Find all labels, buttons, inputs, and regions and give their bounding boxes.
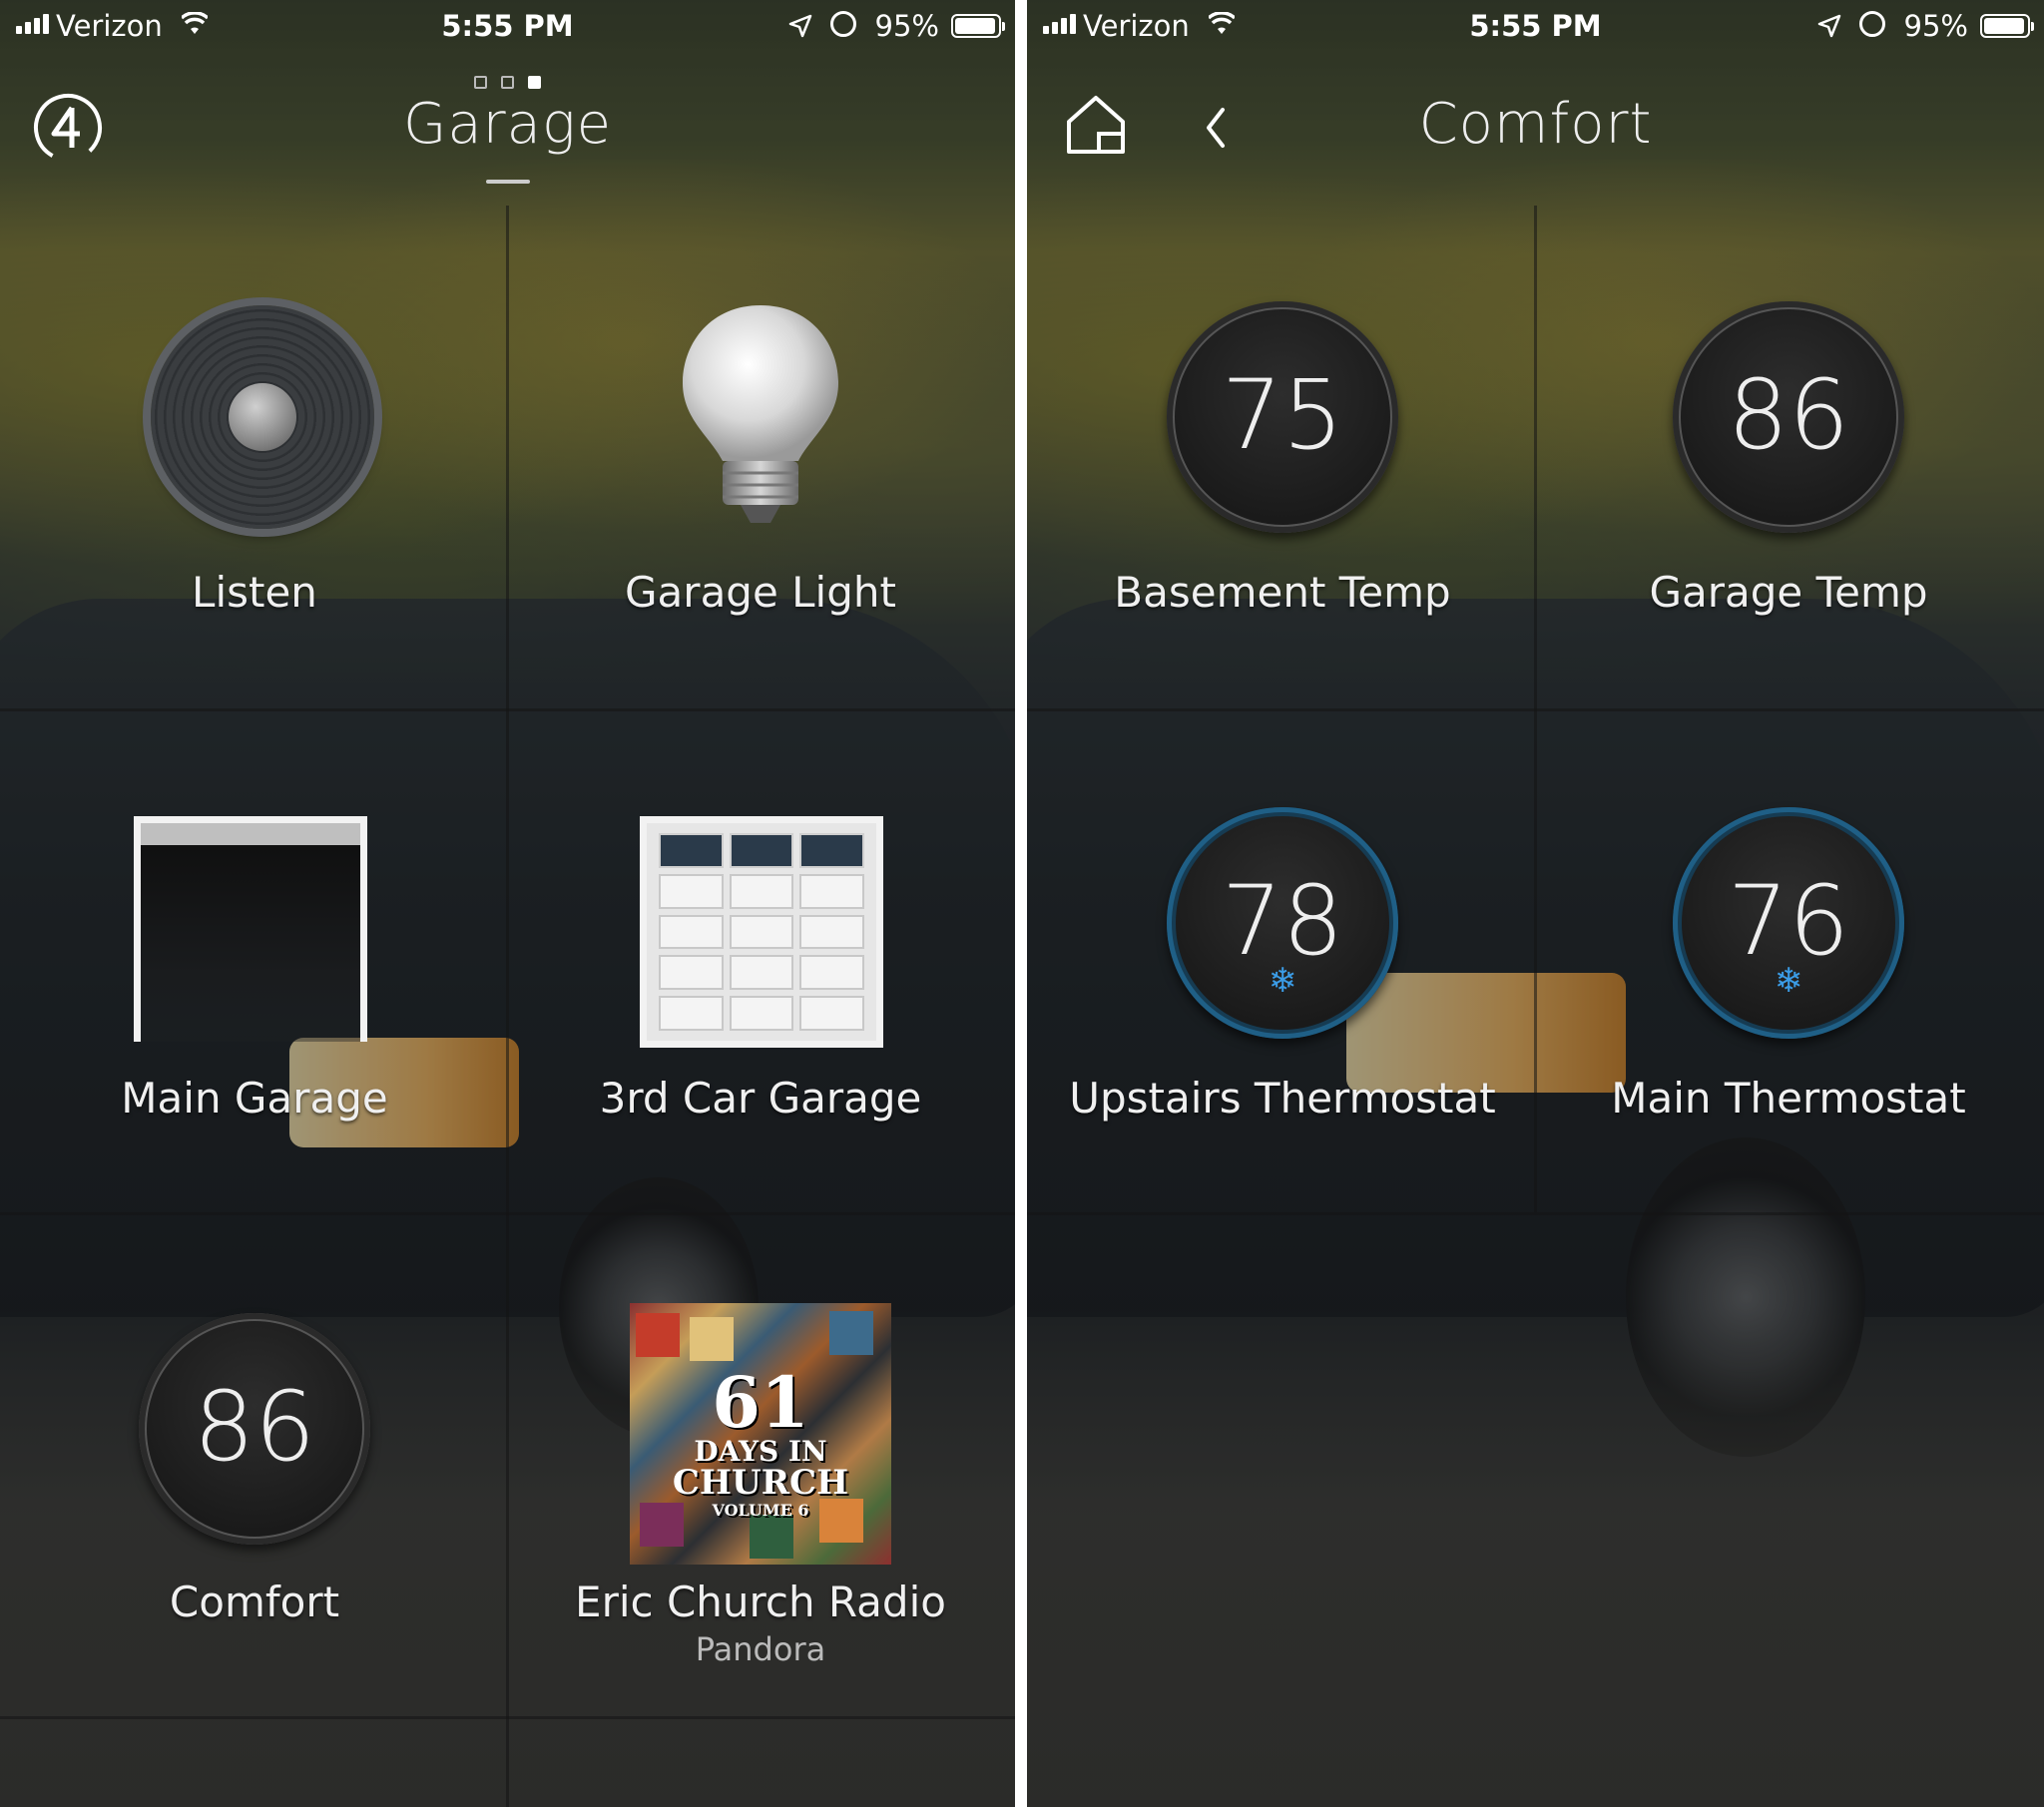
garage-screen: Verizon 5:55 PM 95% Garage Listen Garage… bbox=[0, 0, 1015, 1807]
thermostat-dial: 75 bbox=[1167, 301, 1398, 533]
page-indicator bbox=[0, 74, 1015, 93]
battery-percent: 95% bbox=[1903, 9, 1968, 43]
tile-main-garage[interactable]: Main Garage bbox=[5, 709, 504, 1208]
garage-door-open-icon bbox=[134, 816, 367, 1042]
alarm-icon bbox=[1859, 11, 1885, 37]
tile-garage-temp[interactable]: 86 Garage Temp bbox=[1539, 206, 2038, 704]
tile-label: Main Thermostat bbox=[1611, 1074, 1966, 1123]
battery-icon bbox=[1980, 14, 2034, 38]
tile-label: Main Garage bbox=[121, 1074, 388, 1123]
page-title: Garage bbox=[402, 92, 613, 157]
tile-basement-temp[interactable]: 75 Basement Temp bbox=[1033, 206, 1532, 704]
tile-eric-church-radio[interactable]: 61 DAYS IN CHURCH VOLUME 6 Eric Church R… bbox=[511, 1213, 1010, 1712]
status-bar: Verizon 5:55 PM 95% bbox=[1027, 0, 2044, 52]
alarm-icon bbox=[830, 11, 856, 37]
tile-label: 3rd Car Garage bbox=[599, 1074, 922, 1123]
page-title: Comfort bbox=[1418, 92, 1653, 157]
clock: 5:55 PM bbox=[441, 9, 574, 43]
temperature-value: 86 bbox=[193, 1371, 316, 1483]
tile-label: Garage Light bbox=[625, 568, 896, 617]
tile-label: Garage Temp bbox=[1649, 568, 1928, 617]
tile-3rd-car-garage[interactable]: 3rd Car Garage bbox=[511, 709, 1010, 1208]
clock: 5:55 PM bbox=[1469, 9, 1602, 43]
lightbulb-icon bbox=[683, 305, 838, 523]
location-arrow-icon bbox=[788, 14, 812, 38]
temperature-value: 86 bbox=[1727, 359, 1850, 471]
location-arrow-icon bbox=[1817, 14, 1841, 38]
thermostat-dial: 78 ❄ bbox=[1167, 807, 1398, 1039]
garage-door-closed-icon bbox=[640, 816, 883, 1048]
status-bar: Verizon 5:55 PM 95% bbox=[0, 0, 1015, 52]
tile-label: Basement Temp bbox=[1114, 568, 1451, 617]
title-underline bbox=[486, 180, 530, 184]
tile-main-thermostat[interactable]: 76 ❄ Main Thermostat bbox=[1539, 709, 2038, 1208]
tile-label: Eric Church Radio bbox=[575, 1578, 946, 1626]
tile-garage-light[interactable]: Garage Light bbox=[511, 206, 1010, 704]
tile-label: Listen bbox=[192, 568, 317, 617]
thermostat-dial: 76 ❄ bbox=[1673, 807, 1904, 1039]
album-art: 61 DAYS IN CHURCH VOLUME 6 bbox=[630, 1303, 891, 1565]
tile-sublabel: Pandora bbox=[695, 1630, 826, 1668]
speaker-icon bbox=[151, 305, 374, 529]
tile-label: Upstairs Thermostat bbox=[1069, 1074, 1496, 1123]
comfort-screen: Verizon 5:55 PM 95% Comfort 75 Basement … bbox=[1027, 0, 2044, 1807]
snowflake-icon: ❄ bbox=[1268, 961, 1297, 1001]
snowflake-icon: ❄ bbox=[1774, 961, 1803, 1001]
thermostat-dial: 86 bbox=[139, 1313, 370, 1545]
tile-comfort[interactable]: 86 Comfort bbox=[5, 1213, 504, 1712]
tile-upstairs-thermostat[interactable]: 78 ❄ Upstairs Thermostat bbox=[1033, 709, 1532, 1208]
battery-percent: 95% bbox=[874, 9, 939, 43]
battery-icon bbox=[951, 14, 1005, 38]
tile-listen[interactable]: Listen bbox=[5, 206, 504, 704]
thermostat-dial: 86 bbox=[1673, 301, 1904, 533]
tile-label: Comfort bbox=[169, 1578, 340, 1626]
temperature-value: 75 bbox=[1221, 359, 1344, 471]
